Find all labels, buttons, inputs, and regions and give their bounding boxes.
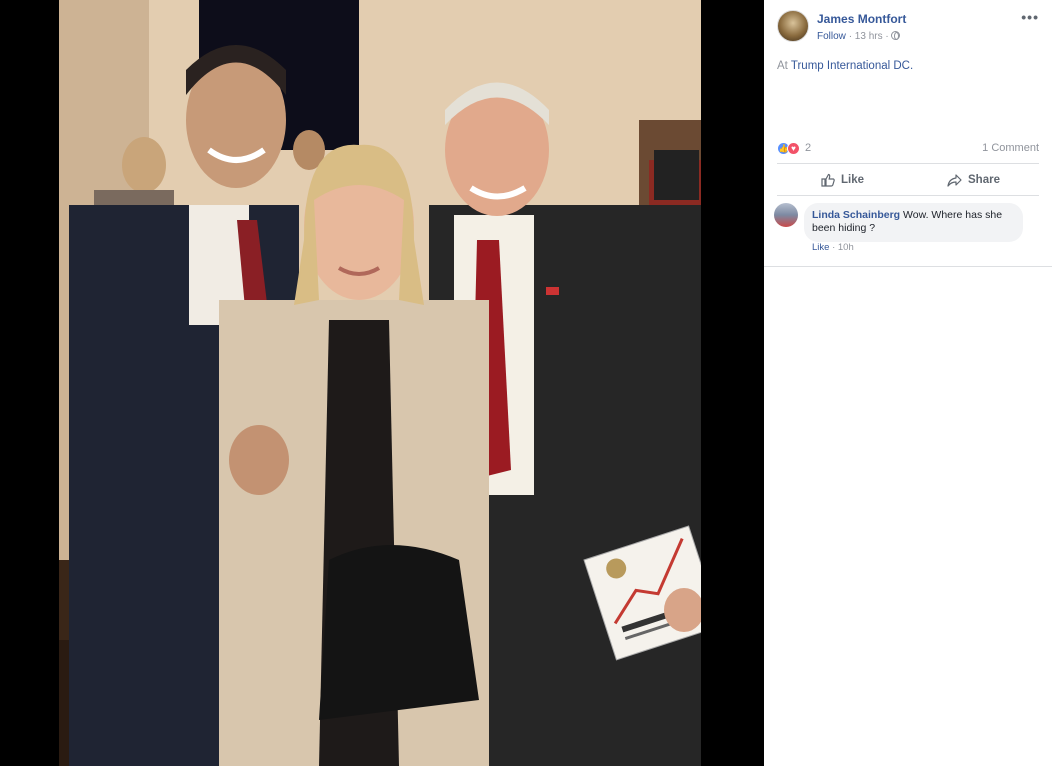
- post-actions: Like Share: [777, 163, 1039, 196]
- love-reaction-icon: ♥: [787, 142, 800, 155]
- share-button-label: Share: [968, 174, 1000, 186]
- comment-like-link[interactable]: Like: [812, 242, 829, 253]
- sidebar-divider: [764, 266, 1052, 267]
- author-avatar[interactable]: [777, 10, 809, 42]
- caption-prefix: At: [777, 60, 788, 72]
- photo-viewer[interactable]: [0, 0, 764, 766]
- post-time[interactable]: 13 hrs: [855, 31, 883, 42]
- comment-meta: Like · 10h: [812, 242, 854, 253]
- share-arrow-icon: [947, 173, 962, 187]
- post-caption: At Trump International DC.: [777, 60, 913, 72]
- follow-link[interactable]: Follow: [817, 31, 846, 42]
- share-button[interactable]: Share: [908, 164, 1039, 196]
- post-stats: 👍 ♥ 2 1 Comment: [777, 141, 1039, 157]
- comment-time[interactable]: 10h: [838, 242, 854, 253]
- post-header: James Montfort Follow · 13 hrs · •••: [764, 0, 1052, 56]
- more-options-icon[interactable]: •••: [1021, 9, 1039, 25]
- author-name[interactable]: James Montfort: [817, 12, 906, 26]
- globe-icon: [891, 31, 901, 40]
- commenter-avatar[interactable]: [774, 203, 798, 227]
- photo-illustration: [59, 0, 701, 766]
- post-meta: Follow · 13 hrs ·: [817, 31, 901, 42]
- thumbs-up-icon: [821, 173, 835, 187]
- commenter-name[interactable]: Linda Schainberg: [812, 209, 900, 221]
- like-button[interactable]: Like: [777, 164, 908, 196]
- comment-count-link[interactable]: 1 Comment: [982, 142, 1039, 154]
- reaction-icons[interactable]: 👍 ♥: [777, 141, 805, 155]
- comment-bubble: Linda Schainberg Wow. Where has she been…: [804, 203, 1023, 242]
- reaction-count[interactable]: 2: [805, 142, 811, 154]
- like-button-label: Like: [840, 174, 864, 186]
- post-sidebar: James Montfort Follow · 13 hrs · ••• At …: [764, 0, 1052, 766]
- caption-place-link[interactable]: Trump International DC.: [791, 60, 913, 72]
- post-photo[interactable]: [59, 0, 701, 766]
